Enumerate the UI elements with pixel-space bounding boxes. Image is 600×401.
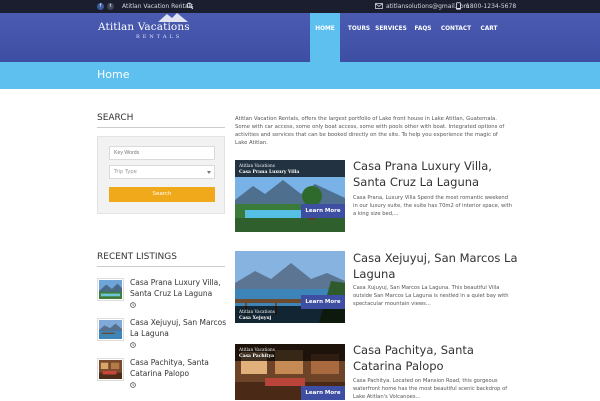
recent-listing-item[interactable]: Casa Prana Luxury Villa, Santa Cruz La L…	[97, 278, 225, 318]
recent-photo-2	[99, 320, 122, 339]
listing-brand-sub: Casa Prana Luxury Villa	[239, 170, 300, 175]
chevron-down-icon	[207, 171, 211, 174]
listing-title[interactable]: Casa Pachitya, Santa Catarina Palopo	[353, 342, 523, 374]
nav-home[interactable]: HOME	[310, 13, 340, 62]
twitter-icon[interactable]: t	[107, 3, 114, 10]
nav-faqs[interactable]: FAQS	[410, 13, 436, 62]
learn-more-button[interactable]: Learn More	[301, 295, 345, 309]
top-site-name[interactable]: Atitlan Vacation Rentals	[122, 3, 193, 10]
page-title: Home	[97, 68, 130, 81]
recent-thumbnail[interactable]	[97, 358, 124, 381]
recent-listing-item[interactable]: Casa Xejuyuj, San Marcos La Laguna	[97, 318, 226, 358]
nav-cart[interactable]: CART	[476, 13, 502, 62]
search-button[interactable]: Search	[109, 187, 215, 202]
search-heading-divider	[97, 127, 225, 128]
listing-brand: Atitlan Vacations	[239, 309, 275, 314]
recent-listing-item[interactable]: Casa Pachitya, Santa Catarina Palopo	[97, 358, 225, 398]
nav-contact[interactable]: CONTACT	[437, 13, 475, 62]
keywords-input[interactable]	[109, 146, 215, 160]
top-phone[interactable]: 1800-1234-5678	[466, 3, 516, 10]
listing-description: Casa Prana, Luxury Villa Spend the most …	[353, 195, 513, 217]
recent-listing-title[interactable]: Casa Pachitya, Santa Catarina Palopo	[130, 357, 230, 379]
listing-image[interactable]: Atitlan Vacations Casa Xejuyuj Learn Mor…	[235, 251, 345, 323]
recent-heading-divider	[97, 266, 225, 267]
recent-photo-3	[99, 360, 122, 379]
site-header	[0, 13, 600, 62]
intro-text: Atitlan Vacation Rentals, offers the lar…	[235, 116, 505, 146]
logo-line1: Atitlan Vacations	[98, 21, 190, 33]
top-separator: |	[180, 2, 183, 9]
listing-title[interactable]: Casa Xejuyuj, San Marcos La Laguna	[353, 250, 523, 282]
listing-image[interactable]: Atitlan Vacations Casa Prana Luxury Vill…	[235, 160, 345, 232]
facebook-icon[interactable]: f	[97, 3, 104, 10]
mail-icon	[375, 3, 383, 9]
recent-thumbnail[interactable]	[97, 318, 124, 341]
listing-description: Casa Xujuyuj, San Marcos La Laguna. This…	[353, 285, 509, 307]
trip-type-value: Trip Type	[114, 169, 137, 175]
site-logo[interactable]: Atitlan Vacations RENTALS	[98, 13, 208, 51]
listing-brand: Atitlan Vacations	[239, 347, 275, 352]
recent-listing-title[interactable]: Casa Prana Luxury Villa, Santa Cruz La L…	[130, 277, 230, 299]
recent-thumbnail[interactable]	[97, 278, 124, 301]
clock-icon	[130, 382, 136, 388]
nav-services[interactable]: SERVICES	[374, 13, 408, 62]
page-title-band: Home	[0, 62, 600, 89]
learn-more-button[interactable]: Learn More	[301, 204, 345, 218]
logo-line2: RENTALS	[136, 34, 183, 40]
recent-listing-title[interactable]: Casa Xejuyuj, San Marcos La Laguna	[130, 317, 230, 339]
search-panel: Trip Type Search	[97, 136, 225, 214]
recent-listings-heading: RECENT LISTINGS	[97, 252, 177, 262]
recent-photo-1	[99, 280, 122, 299]
listing-title[interactable]: Casa Prana Luxury Villa, Santa Cruz La L…	[353, 158, 523, 190]
top-bar: f t Atitlan Vacation Rentals | atitlanso…	[0, 0, 600, 13]
listing-brand-sub: Casa Xejuyuj	[239, 316, 272, 321]
clock-icon	[130, 302, 136, 308]
listing-brand-sub: Casa Pachitya	[239, 354, 275, 359]
listing-image[interactable]: Atitlan Vacations Casa Pachitya Learn Mo…	[235, 344, 345, 400]
search-heading: SEARCH	[97, 113, 134, 123]
listing-brand: Atitlan Vacations	[239, 163, 275, 168]
clock-icon	[130, 342, 136, 348]
search-icon[interactable]	[186, 2, 194, 10]
learn-more-button[interactable]: Learn More	[301, 386, 345, 400]
trip-type-select[interactable]: Trip Type	[109, 165, 215, 179]
phone-icon	[456, 2, 461, 10]
nav-tours[interactable]: TOURS	[340, 13, 378, 62]
listing-description: Casa Pachitya. Located on Mansion Road, …	[353, 378, 508, 400]
